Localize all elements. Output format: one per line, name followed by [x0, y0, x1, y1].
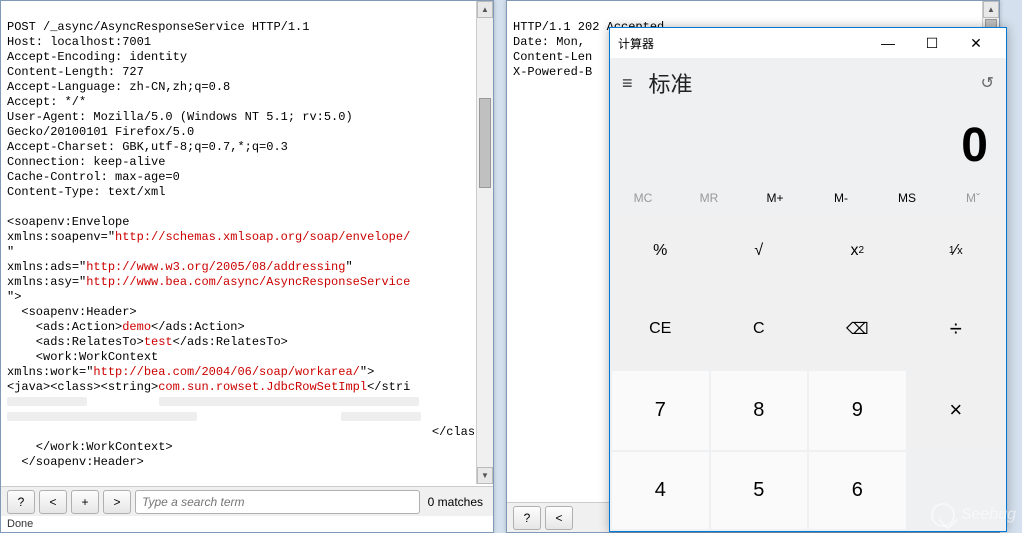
attr-work: xmlns:work — [7, 365, 79, 379]
clear-entry-key[interactable]: CE — [612, 289, 709, 369]
mem-minus[interactable]: M- — [808, 183, 874, 213]
calc-title-text: 计算器 — [618, 35, 654, 52]
censored-2 — [159, 397, 419, 406]
watermark-text: Seebug — [961, 506, 1016, 524]
calculator-window: 计算器 — ☐ ✕ ≡ 标准 ↺ 0 MC MR M+ M- MS Mˇ % √… — [609, 27, 1007, 532]
req-h3: Content-Length: 727 — [7, 65, 144, 79]
req-h4: Accept-Language: zh-CN,zh;q=0.8 — [7, 80, 230, 94]
help-button[interactable]: ? — [513, 506, 541, 530]
scroll-up-icon[interactable]: ▲ — [983, 1, 999, 18]
scroll-down-icon[interactable]: ▼ — [477, 467, 493, 484]
num-6-key[interactable]: 6 — [809, 452, 906, 529]
calc-display: 0 — [610, 108, 1006, 183]
prev-button[interactable]: < — [545, 506, 573, 530]
mem-plus[interactable]: M+ — [742, 183, 808, 213]
body-l6c: </ads:RelatesTo> — [173, 335, 288, 349]
url-soapenv: http://schemas.xmlsoap.org/soap/envelope… — [115, 230, 410, 244]
search-input[interactable] — [135, 490, 420, 514]
multiply-key[interactable]: × — [908, 371, 1005, 451]
request-code[interactable]: POST /_async/AsyncResponseService HTTP/1… — [1, 1, 493, 486]
req-h8: Accept-Charset: GBK,utf-8;q=0.7,*;q=0.3 — [7, 140, 288, 154]
url-ads: http://www.w3.org/2005/08/addressing — [86, 260, 345, 274]
plus-button[interactable]: + — [71, 490, 99, 514]
scroll-thumb[interactable] — [479, 98, 491, 188]
attr-soapenv: xmlns:soapenv — [7, 230, 101, 244]
mem-store[interactable]: MS — [874, 183, 940, 213]
num-4-key[interactable]: 4 — [612, 452, 709, 529]
body-l8c: > — [367, 365, 374, 379]
sqrt-key[interactable]: √ — [711, 215, 808, 287]
body-l1a: <soapenv:Envelope — [7, 215, 129, 229]
status-text: Done — [1, 516, 493, 532]
val-relates: test — [144, 335, 173, 349]
res-l3: X-Powered-B — [513, 65, 592, 79]
mem-recall[interactable]: MR — [676, 183, 742, 213]
calc-header: ≡ 标准 ↺ — [610, 58, 1006, 108]
watermark: Seebug — [931, 503, 1016, 527]
attr-ads: xmlns:ads — [7, 260, 72, 274]
seebug-icon — [931, 503, 955, 527]
calc-titlebar[interactable]: 计算器 — ☐ ✕ — [610, 28, 1006, 58]
close-button[interactable]: ✕ — [954, 28, 998, 58]
url-asy: http://www.bea.com/async/AsyncResponseSe… — [86, 275, 410, 289]
res-l1: Date: Mon, — [513, 35, 585, 49]
attr-asy: xmlns:asy — [7, 275, 72, 289]
req-h6: User-Agent: Mozilla/5.0 (Windows NT 5.1;… — [7, 110, 353, 124]
censored-4 — [341, 412, 421, 421]
clear-key[interactable]: C — [711, 289, 808, 369]
body-l9c: </stri — [367, 380, 410, 394]
url-work: http://bea.com/2004/06/soap/workarea/ — [93, 365, 359, 379]
reciprocal-key[interactable]: 1⁄x — [908, 215, 1005, 287]
body-l9a: <java><class><string> — [7, 380, 158, 394]
num-7-key[interactable]: 7 — [612, 371, 709, 451]
req-h10: Cache-Control: max-age=0 — [7, 170, 180, 184]
censored-3 — [7, 412, 197, 421]
body-l7: <work:WorkContext — [7, 350, 158, 364]
calc-mode: 标准 — [649, 67, 693, 99]
res-l2: Content-Len — [513, 50, 592, 64]
minimize-button[interactable]: — — [866, 28, 910, 58]
body-l13: </work:WorkContext> — [7, 440, 173, 454]
censored-1 — [7, 397, 87, 406]
body-l5c: </ads:Action> — [151, 320, 245, 334]
next-button[interactable]: > — [103, 490, 131, 514]
request-toolbar: ? < + > 0 matches — [1, 486, 493, 516]
request-scrollbar[interactable]: ▲ ▼ — [476, 1, 493, 484]
backspace-key[interactable]: ⌫ — [809, 289, 906, 369]
req-h9: Connection: keep-alive — [7, 155, 165, 169]
scroll-up-icon[interactable]: ▲ — [477, 1, 493, 18]
num-9-key[interactable]: 9 — [809, 371, 906, 451]
square-key[interactable]: x2 — [809, 215, 906, 287]
maximize-button[interactable]: ☐ — [910, 28, 954, 58]
num-5-key[interactable]: 5 — [711, 452, 808, 529]
body-l14: </soapenv:Header> — [7, 455, 144, 469]
body-l6a: <ads:RelatesTo> — [7, 335, 144, 349]
memory-row: MC MR M+ M- MS Mˇ — [610, 183, 1006, 213]
percent-key[interactable]: % — [612, 215, 709, 287]
num-8-key[interactable]: 8 — [711, 371, 808, 451]
req-h2: Accept-Encoding: identity — [7, 50, 187, 64]
val-action: demo — [122, 320, 151, 334]
prev-button[interactable]: < — [39, 490, 67, 514]
mem-clear[interactable]: MC — [610, 183, 676, 213]
mem-list[interactable]: Mˇ — [940, 183, 1006, 213]
req-h7: Gecko/20100101 Firefox/5.0 — [7, 125, 194, 139]
match-count: 0 matches — [424, 495, 487, 509]
request-pane: POST /_async/AsyncResponseService HTTP/1… — [0, 0, 494, 533]
req-h0: POST /_async/AsyncResponseService HTTP/1… — [7, 20, 309, 34]
val-class: com.sun.rowset.JdbcRowSetImpl — [158, 380, 367, 394]
history-icon[interactable]: ↺ — [981, 73, 994, 93]
keypad: % √ x2 1⁄x CE C ⌫ ÷ 7 8 9 × 4 5 6 — [610, 213, 1006, 531]
menu-icon[interactable]: ≡ — [622, 73, 633, 94]
body-l4: <soapenv:Header> — [7, 305, 137, 319]
req-h5: Accept: */* — [7, 95, 86, 109]
divide-key[interactable]: ÷ — [908, 289, 1005, 369]
body-l5a: <ads:Action> — [7, 320, 122, 334]
req-h11: Content-Type: text/xml — [7, 185, 165, 199]
req-h1: Host: localhost:7001 — [7, 35, 151, 49]
help-button[interactable]: ? — [7, 490, 35, 514]
